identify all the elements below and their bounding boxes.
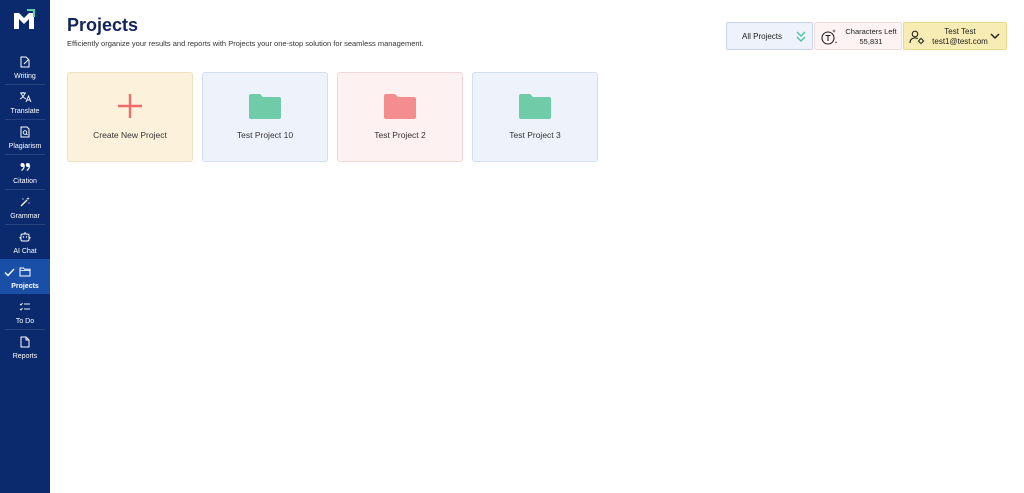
translate-icon xyxy=(0,89,50,105)
user-email: test1@test.com xyxy=(932,37,988,46)
sidebar-item-label: To Do xyxy=(15,318,35,325)
sidebar-item-label: Reports xyxy=(12,353,38,360)
sidebar-item-writing[interactable]: Writing xyxy=(0,49,50,84)
sidebar-item-label: Citation xyxy=(13,178,37,185)
reports-icon xyxy=(0,334,50,350)
sidebar-item-label: Projects xyxy=(11,283,39,290)
project-card[interactable]: Test Project 10 xyxy=(202,72,328,162)
active-check-icon xyxy=(4,268,15,277)
sidebar: Writing Translate Plagiarism Citation Gr… xyxy=(0,0,50,493)
project-card[interactable]: Test Project 3 xyxy=(472,72,598,162)
sidebar-item-label: Writing xyxy=(14,73,36,80)
project-filter-dropdown[interactable]: All Projects xyxy=(726,22,813,50)
ai-chat-bot-icon xyxy=(0,229,50,245)
sidebar-item-projects[interactable]: Projects xyxy=(0,259,50,294)
sidebar-item-label: Grammar xyxy=(10,213,40,220)
writing-icon xyxy=(0,54,50,70)
sidebar-item-grammar[interactable]: Grammar xyxy=(0,189,50,224)
page-title: Projects xyxy=(67,15,139,35)
card-label: Test Project 10 xyxy=(236,130,294,140)
characters-left-badge: Characters Left 55,831 xyxy=(814,22,902,50)
card-label: Create New Project xyxy=(93,130,167,140)
sidebar-item-reports[interactable]: Reports xyxy=(0,329,50,364)
project-filter-label: All Projects xyxy=(742,32,783,41)
page-subtitle: Efficiently organize your results and re… xyxy=(67,39,424,48)
characters-left-value: 55,831 xyxy=(859,37,883,46)
folder-icon xyxy=(384,94,416,119)
chevron-down-icon xyxy=(990,33,1000,40)
sidebar-item-label: Translate xyxy=(10,108,40,115)
sidebar-item-plagiarism[interactable]: Plagiarism xyxy=(0,119,50,154)
user-menu[interactable]: Test Test test1@test.com xyxy=(903,22,1007,50)
sidebar-item-label: AI Chat xyxy=(13,248,37,255)
sidebar-item-translate[interactable]: Translate xyxy=(0,84,50,119)
citation-icon xyxy=(0,159,50,175)
folder-icon xyxy=(519,94,551,119)
folder-icon xyxy=(249,94,281,119)
characters-left-label: Characters Left xyxy=(845,27,897,36)
app-logo-icon[interactable] xyxy=(12,9,36,31)
sidebar-item-citation[interactable]: Citation xyxy=(0,154,50,189)
plagiarism-icon xyxy=(0,124,50,140)
text-credits-icon xyxy=(821,29,838,45)
double-chevron-down-icon xyxy=(796,31,806,42)
grammar-wand-icon xyxy=(0,194,50,210)
todo-list-icon xyxy=(0,299,50,315)
sidebar-item-ai-chat[interactable]: AI Chat xyxy=(0,224,50,259)
sidebar-item-todo[interactable]: To Do xyxy=(0,294,50,329)
create-new-project-card[interactable]: Create New Project xyxy=(67,72,193,162)
card-label: Test Project 3 xyxy=(509,130,561,140)
sidebar-item-label: Plagiarism xyxy=(8,143,42,150)
user-name: Test Test xyxy=(944,27,976,36)
user-settings-icon xyxy=(909,30,925,45)
plus-icon xyxy=(118,94,142,118)
card-label: Test Project 2 xyxy=(374,130,426,140)
project-card[interactable]: Test Project 2 xyxy=(337,72,463,162)
